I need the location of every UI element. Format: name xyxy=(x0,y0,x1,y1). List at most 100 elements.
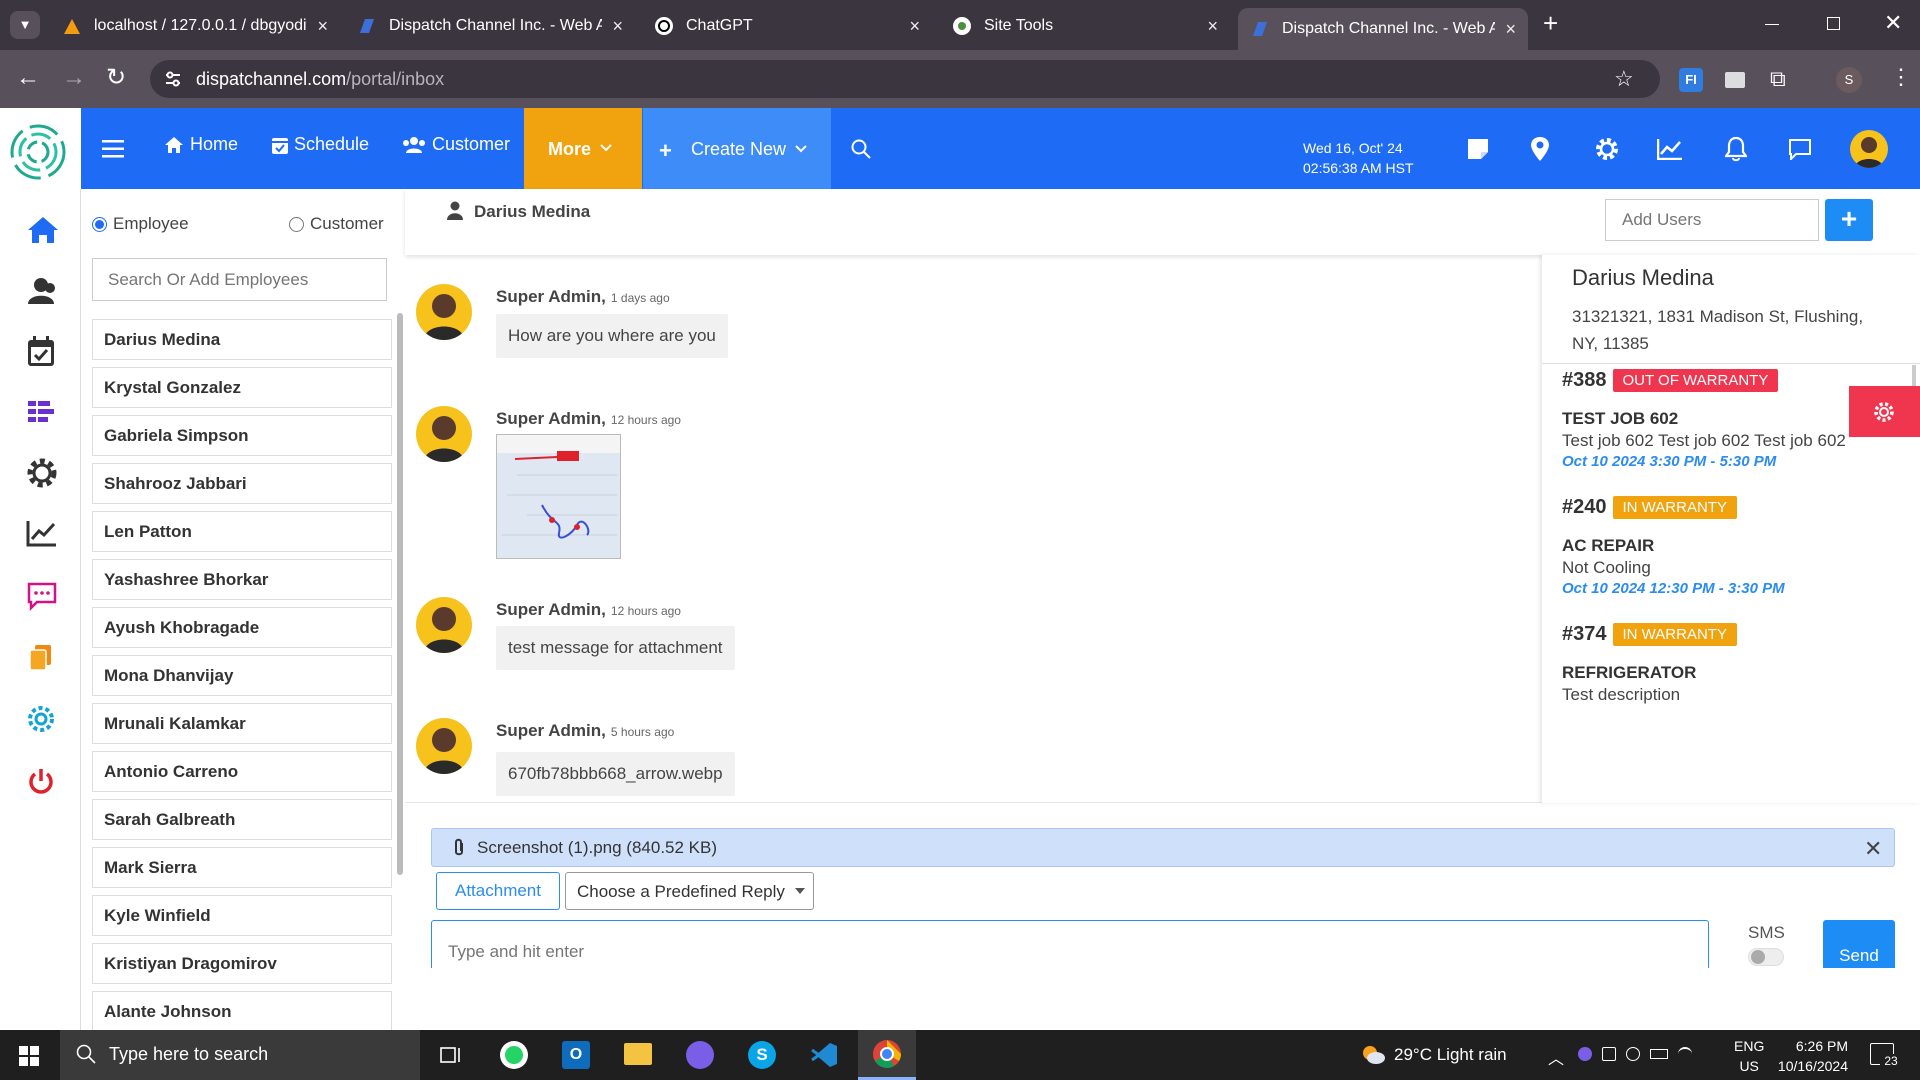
nav-more-dropdown[interactable]: More xyxy=(524,108,642,189)
power-logout-icon[interactable] xyxy=(26,766,60,800)
taskbar-search[interactable]: Type here to search xyxy=(60,1030,420,1080)
employee-list-item[interactable]: Ayush Khobragade xyxy=(92,607,392,648)
employee-search-input[interactable] xyxy=(92,258,387,301)
site-info-icon[interactable] xyxy=(164,70,182,88)
employee-list-item[interactable]: Mona Dhanvijay xyxy=(92,655,392,696)
employee-list-scrollbar[interactable] xyxy=(397,313,403,875)
employee-list-item[interactable]: Shahrooz Jabbari xyxy=(92,463,392,504)
tab-dispatch-active[interactable]: Dispatch Channel Inc. - Web Ap × xyxy=(1238,8,1528,50)
minimize-window-icon[interactable] xyxy=(1765,24,1779,25)
chat-bubble-icon[interactable] xyxy=(26,581,60,615)
employee-list-item[interactable]: Alante Johnson xyxy=(92,991,392,1032)
caret-down-icon xyxy=(795,888,805,894)
sms-toggle[interactable] xyxy=(1748,948,1784,966)
file-explorer-icon[interactable] xyxy=(624,1043,652,1065)
vscode-icon[interactable] xyxy=(810,1041,838,1069)
extension-fi-icon[interactable]: FI xyxy=(1679,68,1703,92)
tab-localhost[interactable]: localhost / 127.0.0.1 / dbgyodit × xyxy=(50,8,340,44)
viber-icon[interactable] xyxy=(686,1041,714,1069)
create-new-dropdown[interactable]: + Create New xyxy=(643,108,831,189)
sticky-note-icon[interactable] xyxy=(1467,138,1489,160)
search-icon[interactable] xyxy=(851,139,871,159)
address-bar[interactable]: dispatchannel.com/portal/inbox ☆ xyxy=(150,60,1660,98)
message-input[interactable] xyxy=(431,920,1709,968)
employee-list-item[interactable]: Kristiyan Dragomirov xyxy=(92,943,392,984)
calendar-check-icon[interactable] xyxy=(26,336,60,370)
nav-home[interactable]: Home xyxy=(164,134,238,155)
employee-list-item[interactable]: Antonio Carreno xyxy=(92,751,392,792)
remove-attachment-icon[interactable]: ✕ xyxy=(1864,836,1882,862)
new-tab-button[interactable]: + xyxy=(1543,8,1558,39)
add-users-input[interactable] xyxy=(1605,199,1819,241)
outlook-icon[interactable]: O xyxy=(562,1041,590,1069)
attachment-preview-bar: Screenshot (1).png (840.52 KB) ✕ xyxy=(431,828,1895,867)
restore-window-icon[interactable] xyxy=(1827,17,1840,30)
close-tab-icon[interactable]: × xyxy=(1207,16,1218,37)
map-pin-icon[interactable] xyxy=(1530,136,1550,162)
radio-customer[interactable]: Customer xyxy=(289,214,384,234)
reload-icon[interactable]: ↻ xyxy=(106,63,126,92)
employee-list-item[interactable]: Krystal Gonzalez xyxy=(92,367,392,408)
notifications-bell-icon[interactable] xyxy=(1725,136,1747,162)
bookmark-star-icon[interactable]: ☆ xyxy=(1614,66,1634,92)
taskbar-clock[interactable]: 6:26 PM 10/16/2024 xyxy=(1774,1036,1848,1076)
windows-start-icon[interactable] xyxy=(19,1046,39,1066)
tab-search-button[interactable]: ▼ xyxy=(10,11,40,39)
language-indicator[interactable]: ENG US xyxy=(1734,1036,1764,1076)
employee-list-item[interactable]: Kyle Winfield xyxy=(92,895,392,936)
employee-list-item[interactable]: Darius Medina xyxy=(92,319,392,360)
employee-list-item[interactable]: Mark Sierra xyxy=(92,847,392,888)
task-view-icon[interactable] xyxy=(440,1045,462,1065)
employee-list-item[interactable]: Mrunali Kalamkar xyxy=(92,703,392,744)
hamburger-menu-icon[interactable] xyxy=(102,140,124,158)
home-icon[interactable] xyxy=(26,215,60,249)
browser-menu-icon[interactable]: ⋮ xyxy=(1890,64,1912,90)
send-button[interactable]: Send xyxy=(1823,920,1895,968)
settings-gear-icon[interactable] xyxy=(1594,136,1620,162)
employee-list-item[interactable]: Yashashree Bhorkar xyxy=(92,559,392,600)
floating-settings-button[interactable] xyxy=(1849,386,1920,437)
tray-overflow-icon[interactable]: ︿ xyxy=(1548,1045,1564,1069)
message-image-attachment[interactable] xyxy=(496,434,621,559)
back-icon[interactable]: ← xyxy=(16,64,40,92)
list-icon[interactable] xyxy=(26,399,60,433)
messages-chat-icon[interactable] xyxy=(1788,138,1812,160)
extension-card-icon[interactable] xyxy=(1725,72,1745,88)
employee-list-item[interactable]: Gabriela Simpson xyxy=(92,415,392,456)
support-gear-icon[interactable] xyxy=(26,704,60,738)
close-tab-icon[interactable]: × xyxy=(909,16,920,37)
message-file-link[interactable]: 670fb78bbb668_arrow.webp xyxy=(496,752,735,796)
predefined-reply-select[interactable]: Choose a Predefined Reply xyxy=(565,872,814,910)
nav-customer[interactable]: Customer xyxy=(402,134,510,155)
close-tab-icon[interactable]: × xyxy=(1505,19,1516,40)
employee-list-item[interactable]: Sarah Galbreath xyxy=(92,799,392,840)
close-tab-icon[interactable]: × xyxy=(317,16,328,37)
contacts-icon[interactable] xyxy=(26,276,60,310)
close-tab-icon[interactable]: × xyxy=(612,16,623,37)
analytics-chart-icon[interactable] xyxy=(1657,138,1683,160)
tab-site-tools[interactable]: Site Tools × xyxy=(940,8,1230,44)
tray-icons[interactable] xyxy=(1578,1047,1708,1063)
add-user-button[interactable]: + xyxy=(1825,199,1873,241)
settings-gear-icon[interactable] xyxy=(26,457,60,491)
radio-employee[interactable]: Employee xyxy=(92,214,189,234)
attachment-button[interactable]: Attachment xyxy=(436,872,560,910)
job-card[interactable]: #240 IN WARRANTY AC REPAIR Not Cooling Oct 1… xyxy=(1562,494,1902,597)
tab-chatgpt[interactable]: ChatGPT × xyxy=(642,8,932,44)
extensions-puzzle-icon[interactable]: ⧉ xyxy=(1770,66,1786,92)
profile-avatar[interactable]: S xyxy=(1836,67,1862,93)
forward-icon[interactable]: → xyxy=(62,64,86,92)
analytics-chart-icon[interactable] xyxy=(26,519,60,553)
close-window-icon[interactable]: ✕ xyxy=(1884,10,1902,36)
tab-dispatch-1[interactable]: Dispatch Channel Inc. - Web Ap × xyxy=(345,8,635,44)
job-card[interactable]: #374 IN WARRANTY REFRIGERATOR Test descript… xyxy=(1562,621,1902,705)
user-avatar[interactable] xyxy=(1850,130,1888,168)
employee-list-item[interactable]: Len Patton xyxy=(92,511,392,552)
nav-schedule[interactable]: Schedule xyxy=(272,134,369,155)
weather-widget[interactable]: 29°C Light rain xyxy=(1360,1043,1507,1067)
chrome-taskbar-button[interactable] xyxy=(858,1030,916,1080)
skype-icon[interactable]: S xyxy=(748,1041,776,1069)
app-logo[interactable] xyxy=(0,108,81,189)
documents-icon[interactable] xyxy=(26,643,60,677)
whatsapp-icon[interactable] xyxy=(500,1041,528,1069)
